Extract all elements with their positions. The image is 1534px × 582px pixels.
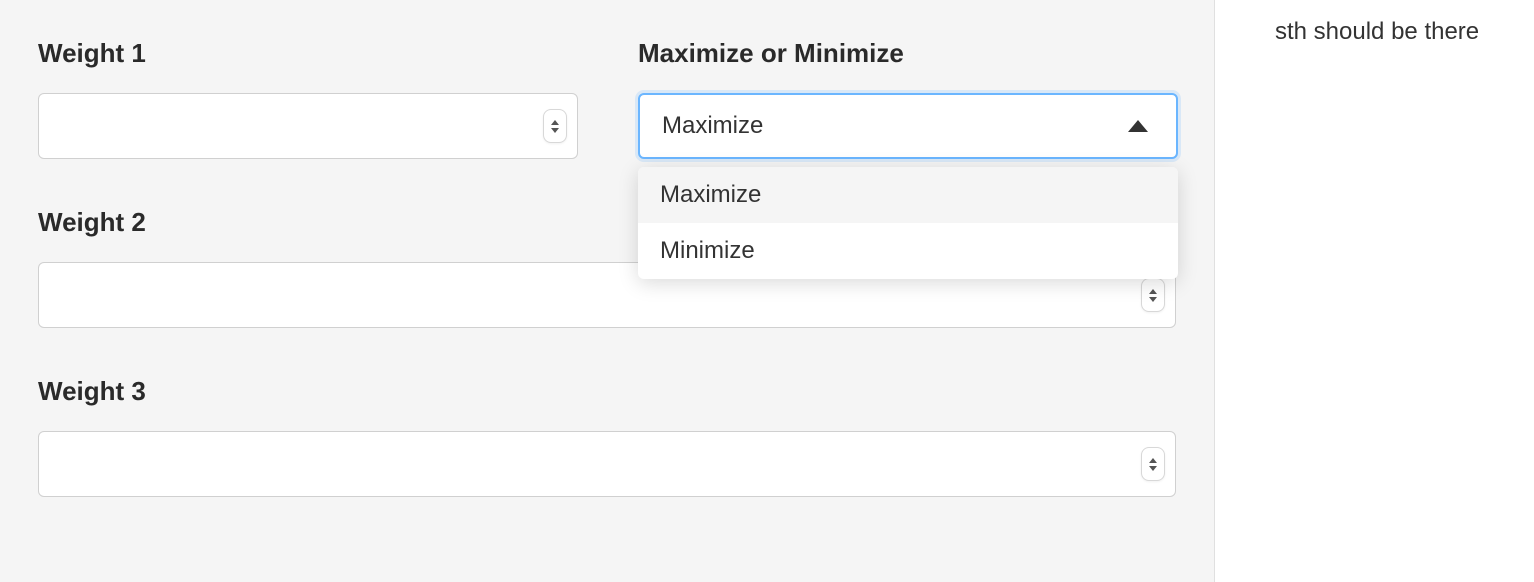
maxmin-select[interactable]: Maximize — [638, 93, 1178, 159]
form-panel: Weight 1 Maximize or Minimize Maximize M… — [0, 0, 1215, 582]
maxmin-selected-value: Maximize — [662, 112, 763, 140]
maxmin-option-maximize[interactable]: Maximize — [638, 167, 1178, 223]
maxmin-dropdown: Maximize Minimize — [638, 167, 1178, 279]
weight2-stepper[interactable] — [1141, 278, 1165, 312]
maxmin-label: Maximize or Minimize — [638, 38, 1178, 69]
chevron-up-icon — [551, 120, 559, 125]
weight3-stepper[interactable] — [1141, 447, 1165, 481]
weight3-input[interactable] — [38, 431, 1176, 497]
row-1: Weight 1 Maximize or Minimize Maximize M… — [38, 38, 1176, 159]
weight3-label: Weight 3 — [38, 376, 1176, 407]
side-note: sth should be there — [1215, 0, 1479, 582]
weight3-field: Weight 3 — [38, 376, 1176, 497]
weight1-stepper[interactable] — [543, 109, 567, 143]
chevron-down-icon — [1149, 466, 1157, 471]
weight1-label: Weight 1 — [38, 38, 578, 69]
chevron-down-icon — [551, 128, 559, 133]
chevron-up-icon — [1149, 289, 1157, 294]
chevron-down-icon — [1149, 297, 1157, 302]
maxmin-field: Maximize or Minimize Maximize Maximize M… — [638, 38, 1178, 159]
weight1-field: Weight 1 — [38, 38, 578, 159]
row-3: Weight 3 — [38, 376, 1176, 497]
caret-up-icon — [1128, 120, 1148, 132]
weight1-input[interactable] — [38, 93, 578, 159]
maxmin-option-minimize[interactable]: Minimize — [638, 223, 1178, 279]
chevron-up-icon — [1149, 458, 1157, 463]
